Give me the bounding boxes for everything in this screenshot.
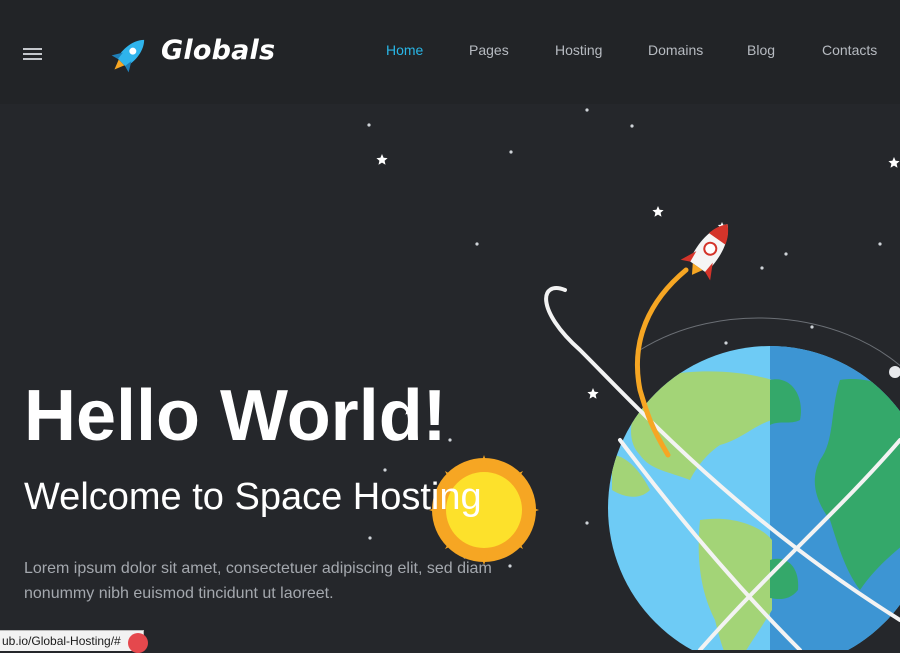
nav-item-contacts[interactable]: Contacts	[822, 42, 877, 58]
main-nav: Home Pages Hosting Domains Blog Contacts	[0, 42, 900, 62]
nav-item-home[interactable]: Home	[386, 42, 423, 58]
nav-item-blog[interactable]: Blog	[747, 42, 775, 58]
hero-title: Hello World!	[24, 376, 447, 456]
hero-subtitle: Welcome to Space Hosting	[24, 476, 482, 518]
hero-description: Lorem ipsum dolor sit amet, consectetuer…	[24, 560, 492, 602]
satellite-dot	[889, 366, 900, 378]
nav-item-domains[interactable]: Domains	[648, 42, 703, 58]
nav-item-pages[interactable]: Pages	[469, 42, 509, 58]
browser-status-url: ub.io/Global-Hosting/#	[0, 630, 144, 651]
status-badge	[128, 633, 148, 653]
nav-item-hosting[interactable]: Hosting	[555, 42, 602, 58]
rocket-illustration	[680, 224, 729, 281]
